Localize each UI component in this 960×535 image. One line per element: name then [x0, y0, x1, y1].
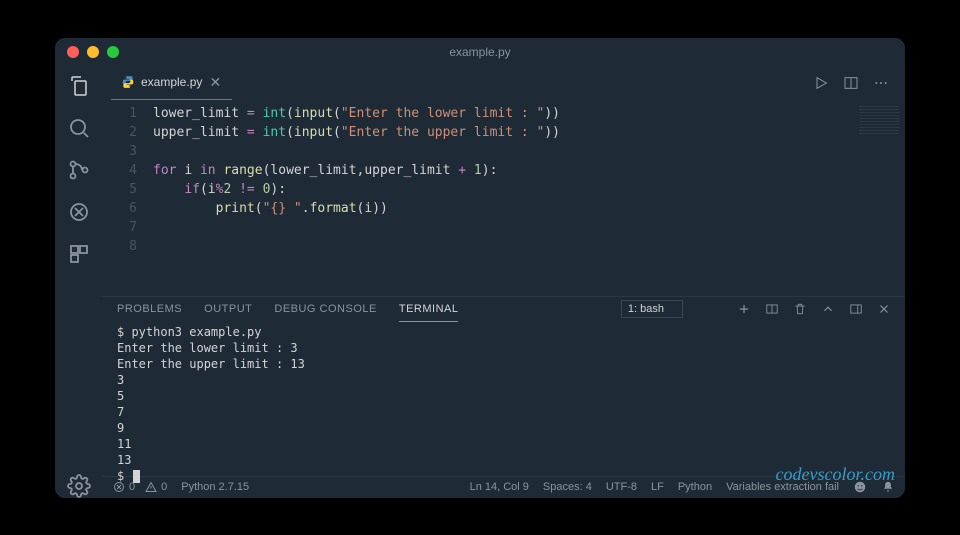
- code-line[interactable]: 8: [103, 237, 905, 256]
- code-content[interactable]: upper_limit = int(input("Enter the upper…: [153, 123, 560, 142]
- code-editor[interactable]: 1lower_limit = int(input("Enter the lowe…: [103, 100, 905, 296]
- activity-bar: [55, 66, 103, 498]
- line-number: 4: [103, 161, 153, 180]
- terminal-line: Enter the lower limit : 3: [117, 340, 891, 356]
- tab-debug-console[interactable]: DEBUG CONSOLE: [274, 297, 376, 321]
- main-area: example.py ✕ 1lower_limit = int(input("E…: [103, 66, 905, 498]
- code-line[interactable]: 2upper_limit = int(input("Enter the uppe…: [103, 123, 905, 142]
- traffic-lights: [67, 46, 119, 58]
- extensions-icon[interactable]: [67, 242, 91, 266]
- code-content[interactable]: print("{} ".format(i)): [153, 199, 388, 218]
- terminal-line: 9: [117, 420, 891, 436]
- python-file-icon: [121, 75, 135, 89]
- line-number: 7: [103, 218, 153, 237]
- explorer-icon[interactable]: [67, 74, 91, 98]
- split-editor-icon[interactable]: [843, 75, 859, 91]
- search-icon[interactable]: [67, 116, 91, 140]
- terminal-line: 3: [117, 372, 891, 388]
- code-line[interactable]: 4for i in range(lower_limit,upper_limit …: [103, 161, 905, 180]
- window-body: example.py ✕ 1lower_limit = int(input("E…: [55, 66, 905, 498]
- code-line[interactable]: 7: [103, 218, 905, 237]
- more-actions-icon[interactable]: [873, 75, 889, 91]
- split-terminal-icon[interactable]: [765, 302, 779, 316]
- tab-bar: example.py ✕: [103, 66, 905, 100]
- close-panel-icon[interactable]: [877, 302, 891, 316]
- code-content[interactable]: for i in range(lower_limit,upper_limit +…: [153, 161, 497, 180]
- maximize-panel-icon[interactable]: [821, 302, 835, 316]
- close-window-button[interactable]: [67, 46, 79, 58]
- tab-terminal[interactable]: TERMINAL: [399, 297, 459, 322]
- code-line[interactable]: 1lower_limit = int(input("Enter the lowe…: [103, 104, 905, 123]
- terminal-line: 7: [117, 404, 891, 420]
- code-content[interactable]: if(i%2 != 0):: [153, 180, 286, 199]
- line-number: 1: [103, 104, 153, 123]
- code-line[interactable]: 5 if(i%2 != 0):: [103, 180, 905, 199]
- code-line[interactable]: 6 print("{} ".format(i)): [103, 199, 905, 218]
- titlebar: example.py: [55, 38, 905, 66]
- toggle-panel-icon[interactable]: [849, 302, 863, 316]
- terminal-line: $: [117, 468, 891, 484]
- code-content[interactable]: lower_limit = int(input("Enter the lower…: [153, 104, 560, 123]
- trash-icon[interactable]: [793, 302, 807, 316]
- debug-icon[interactable]: [67, 200, 91, 224]
- line-number: 8: [103, 237, 153, 256]
- terminal-cursor: [133, 470, 140, 483]
- terminal-line: Enter the upper limit : 13: [117, 356, 891, 372]
- tab-filename: example.py: [141, 75, 202, 89]
- minimap[interactable]: [859, 106, 899, 136]
- source-control-icon[interactable]: [67, 158, 91, 182]
- window-title: example.py: [449, 45, 510, 59]
- panel-tabs: PROBLEMS OUTPUT DEBUG CONSOLE TERMINAL 1…: [103, 297, 905, 322]
- code-line[interactable]: 3: [103, 142, 905, 161]
- terminal-line: $ python3 example.py: [117, 324, 891, 340]
- line-number: 2: [103, 123, 153, 142]
- new-terminal-icon[interactable]: [737, 302, 751, 316]
- tab-output[interactable]: OUTPUT: [204, 297, 252, 321]
- tab-example-py[interactable]: example.py ✕: [111, 66, 232, 100]
- terminal-line: 13: [117, 452, 891, 468]
- run-icon[interactable]: [813, 75, 829, 91]
- line-number: 6: [103, 199, 153, 218]
- close-tab-icon[interactable]: ✕: [208, 75, 222, 89]
- line-number: 3: [103, 142, 153, 161]
- settings-gear-icon[interactable]: [67, 474, 91, 498]
- terminal-line: 11: [117, 436, 891, 452]
- terminal-selector[interactable]: 1: bash: [621, 300, 683, 318]
- minimize-window-button[interactable]: [87, 46, 99, 58]
- maximize-window-button[interactable]: [107, 46, 119, 58]
- line-number: 5: [103, 180, 153, 199]
- terminal-output[interactable]: $ python3 example.pyEnter the lower limi…: [103, 322, 905, 486]
- terminal-line: 5: [117, 388, 891, 404]
- editor-actions: [813, 75, 897, 91]
- editor-window: example.py example.py ✕: [55, 38, 905, 498]
- bottom-panel: PROBLEMS OUTPUT DEBUG CONSOLE TERMINAL 1…: [103, 296, 905, 476]
- tab-problems[interactable]: PROBLEMS: [117, 297, 182, 321]
